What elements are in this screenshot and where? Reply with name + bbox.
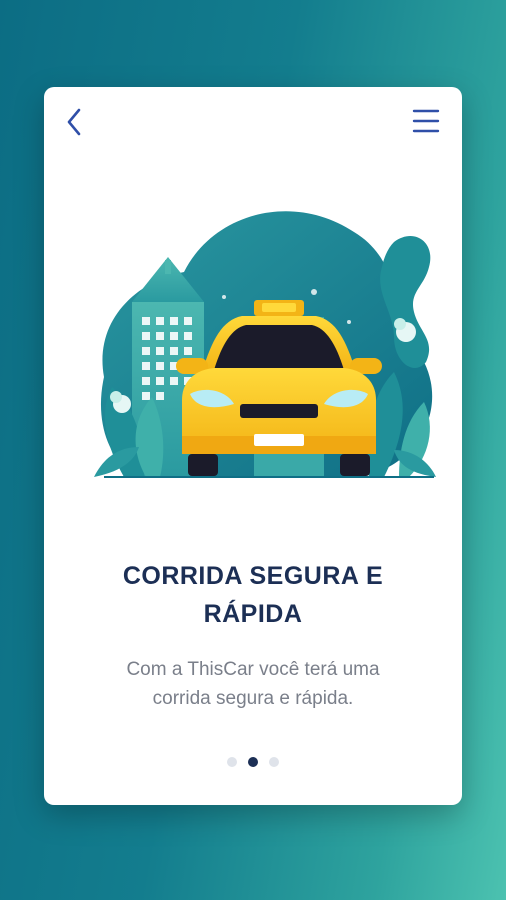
page-dot-1[interactable] <box>227 757 237 767</box>
hamburger-menu-icon <box>412 109 440 133</box>
onboarding-card: CORRIDA SEGURA E RÁPIDA Com a ThisCar vo… <box>44 87 462 805</box>
onboarding-description: Com a ThisCar você terá uma corrida segu… <box>126 659 380 709</box>
page-dot-3[interactable] <box>269 757 279 767</box>
onboarding-title: CORRIDA SEGURA E RÁPIDA <box>122 562 384 628</box>
back-button[interactable] <box>62 105 88 139</box>
menu-button[interactable] <box>412 107 440 135</box>
taxi-illustration <box>64 172 444 492</box>
page-indicator <box>44 757 462 767</box>
chevron-left-icon <box>67 108 81 136</box>
page-dot-2-active[interactable] <box>248 757 258 767</box>
